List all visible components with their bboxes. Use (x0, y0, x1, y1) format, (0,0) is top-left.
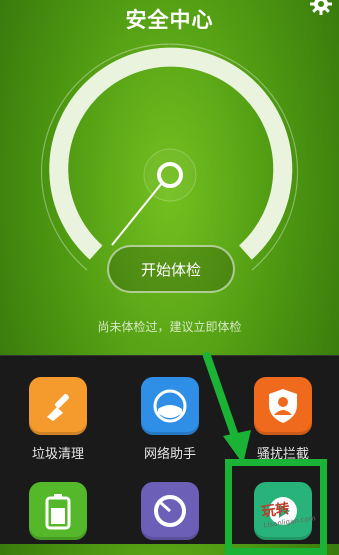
shield-person-icon (254, 377, 312, 435)
start-checkup-button[interactable]: 开始体检 (107, 245, 235, 293)
tile-label: 垃圾清理 (31, 447, 84, 462)
gauge-center-halo (143, 148, 197, 202)
broom-icon (29, 377, 87, 435)
battery-icon (29, 482, 87, 540)
checkup-hint-text: 尚未体检过，建议立即体检 (97, 320, 242, 334)
tile-speed[interactable] (127, 482, 213, 548)
tile-battery[interactable] (15, 482, 101, 548)
annotation-arrow (203, 352, 251, 464)
gauge-needle (111, 182, 163, 246)
tile-junk-cleaner[interactable]: 垃圾清理 (15, 377, 101, 462)
speed-ring-icon (141, 482, 199, 540)
network-icon (141, 377, 199, 435)
